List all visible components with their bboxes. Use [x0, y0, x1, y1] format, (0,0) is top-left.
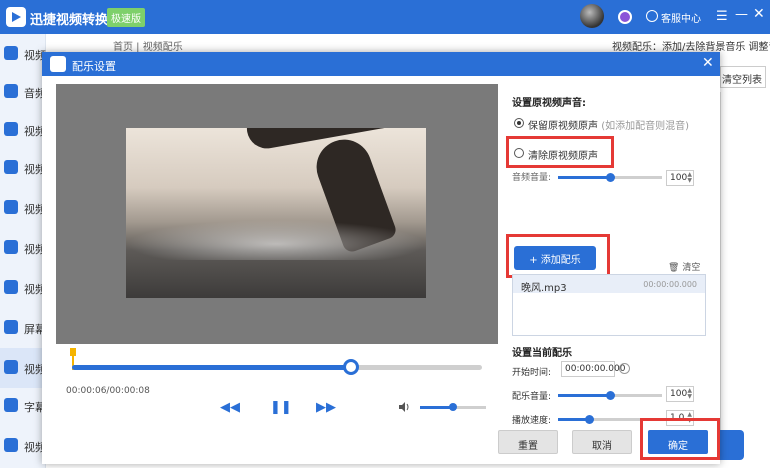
minimize-icon[interactable]: — — [735, 7, 748, 22]
compress-icon — [4, 122, 18, 136]
video-icon — [4, 438, 18, 452]
music-volume-slider[interactable] — [558, 391, 662, 400]
video-frame — [126, 128, 426, 298]
audio-icon — [4, 84, 18, 98]
cancel-button[interactable]: 取消 — [572, 430, 632, 454]
video-convert-icon — [4, 46, 18, 60]
clear-list-button[interactable]: 清空列表 — [720, 66, 766, 88]
vip-icon[interactable] — [618, 10, 632, 24]
file-list-area — [720, 92, 770, 442]
sidebar-item-gif[interactable]: 视频转GIF — [0, 268, 46, 308]
sidebar-item-audio[interactable]: 音频转换 — [0, 72, 46, 112]
trash-icon: 🗑 — [668, 263, 680, 273]
sidebar-item-merge[interactable]: 视频合并 — [0, 188, 46, 228]
add-music-button[interactable]: + 添加配乐 — [514, 246, 596, 270]
sidebar-item-compress[interactable]: 视频压缩 — [0, 110, 46, 150]
music-name: 晚风.mp3 — [521, 283, 567, 294]
timeline-progress — [72, 365, 351, 370]
volume-slider[interactable] — [420, 403, 486, 411]
timeline-handle[interactable] — [342, 359, 359, 375]
music-settings-dialog: 配乐设置 ✕ 00:00:06/00:00:08 ◀◀ ❚❚ ▶▶ 设置原视频声… — [42, 52, 720, 464]
dialog-close-icon[interactable]: ✕ — [702, 55, 714, 71]
original-volume-input[interactable]: 100 ▲ ▼ — [666, 170, 694, 186]
speed-label: 播放速度: — [512, 416, 552, 426]
music-icon — [4, 360, 18, 374]
keep-original-radio[interactable] — [514, 118, 524, 128]
original-volume-level — [558, 176, 610, 179]
app-title-bar: 迅捷视频转换器 极速版 客服中心 ☰ — ✕ — [0, 0, 770, 34]
pause-icon[interactable]: ❚❚ — [270, 400, 292, 415]
music-volume-handle[interactable] — [606, 391, 615, 400]
reset-button[interactable]: 重置 — [498, 430, 558, 454]
current-music-title: 设置当前配乐 — [512, 348, 572, 359]
highlight-box — [640, 418, 720, 460]
frame-shape — [126, 220, 426, 260]
record-icon — [4, 320, 18, 334]
spinner-icon[interactable]: ▲ ▼ — [687, 388, 692, 400]
dialog-title: 配乐设置 — [72, 60, 116, 73]
start-time-input[interactable]: 00:00:00.000 — [561, 361, 625, 377]
keep-original-label: 保留原视频原声 — [528, 121, 598, 132]
original-volume-label: 音频音量: — [512, 173, 552, 183]
highlight-box — [506, 136, 614, 168]
sidebar: 视频转换 音频转换 视频压缩 视频分割 视频合并 视频水印 视频转GIF 屏幕录… — [0, 34, 46, 468]
page-subtitle: 视频配乐：添加/去除背景音乐 调整音量 — [612, 42, 770, 53]
volume-handle[interactable] — [449, 403, 457, 411]
gif-icon — [4, 280, 18, 294]
start-time-label: 开始时间: — [512, 368, 552, 378]
app-close-icon[interactable]: ✕ — [753, 6, 765, 22]
music-volume-level — [558, 394, 610, 397]
original-volume-handle[interactable] — [606, 173, 615, 182]
settings-panel: 设置原视频声音: 保留原视频原声 (如添加配音则混音) 清除原视频原声 音频音量… — [506, 84, 720, 426]
original-volume-value: 100 — [670, 173, 688, 183]
sidebar-item-record[interactable]: 屏幕录像 — [0, 308, 46, 348]
spinner-icon[interactable]: ▲ ▼ — [687, 172, 692, 184]
customer-service-link[interactable]: 客服中心 — [661, 10, 701, 25]
keep-original-hint: (如添加配音则混音) — [601, 121, 689, 132]
sidebar-item-split[interactable]: 视频分割 — [0, 148, 46, 188]
sidebar-item-video-convert[interactable]: 视频转换 — [0, 34, 46, 74]
clear-music-label: 清空 — [682, 263, 701, 273]
original-volume-slider[interactable] — [558, 173, 662, 182]
list-item[interactable]: 晚风.mp3 00:00:00.000 — [513, 275, 705, 294]
original-sound-title: 设置原视频声音: — [512, 98, 586, 109]
app-logo-icon — [6, 7, 26, 27]
music-duration: 00:00:00.000 — [643, 280, 697, 289]
subtitle-icon — [4, 398, 18, 412]
dialog-title-bar: 配乐设置 ✕ — [42, 52, 720, 76]
music-volume-label: 配乐音量: — [512, 392, 552, 402]
edition-badge: 极速版 — [107, 8, 145, 27]
watermark-icon — [4, 240, 18, 254]
music-list: 晚风.mp3 00:00:00.000 — [512, 274, 706, 336]
menu-icon[interactable]: ☰ — [716, 9, 728, 24]
start-button-edge[interactable] — [720, 430, 744, 460]
dialog-logo-icon — [50, 56, 66, 72]
reset-time-icon[interactable] — [619, 363, 630, 374]
video-preview — [56, 84, 498, 344]
split-icon — [4, 160, 18, 174]
music-volume-input[interactable]: 100 ▲ ▼ — [666, 386, 694, 402]
music-volume-value: 100 — [670, 389, 688, 399]
timeline-slider[interactable] — [72, 359, 482, 375]
sidebar-item-video[interactable]: 视频 — [0, 426, 46, 466]
fast-forward-icon[interactable]: ▶▶ — [316, 400, 336, 415]
sidebar-item-watermark[interactable]: 视频水印 — [0, 228, 46, 268]
volume-icon[interactable] — [399, 402, 411, 412]
breadcrumb[interactable]: 首页 | 视频配乐 — [113, 38, 183, 53]
rewind-icon[interactable]: ◀◀ — [220, 400, 240, 415]
merge-icon — [4, 200, 18, 214]
timecode: 00:00:06/00:00:08 — [66, 386, 150, 396]
clear-music-button[interactable]: 🗑 清空 — [668, 260, 700, 273]
speed-handle[interactable] — [585, 415, 595, 424]
avatar[interactable] — [580, 4, 604, 28]
customer-service-icon[interactable] — [646, 10, 658, 22]
sidebar-item-music[interactable]: 视频配乐 — [0, 348, 46, 388]
sidebar-item-subtitle[interactable]: 字幕贴图 — [0, 386, 46, 426]
